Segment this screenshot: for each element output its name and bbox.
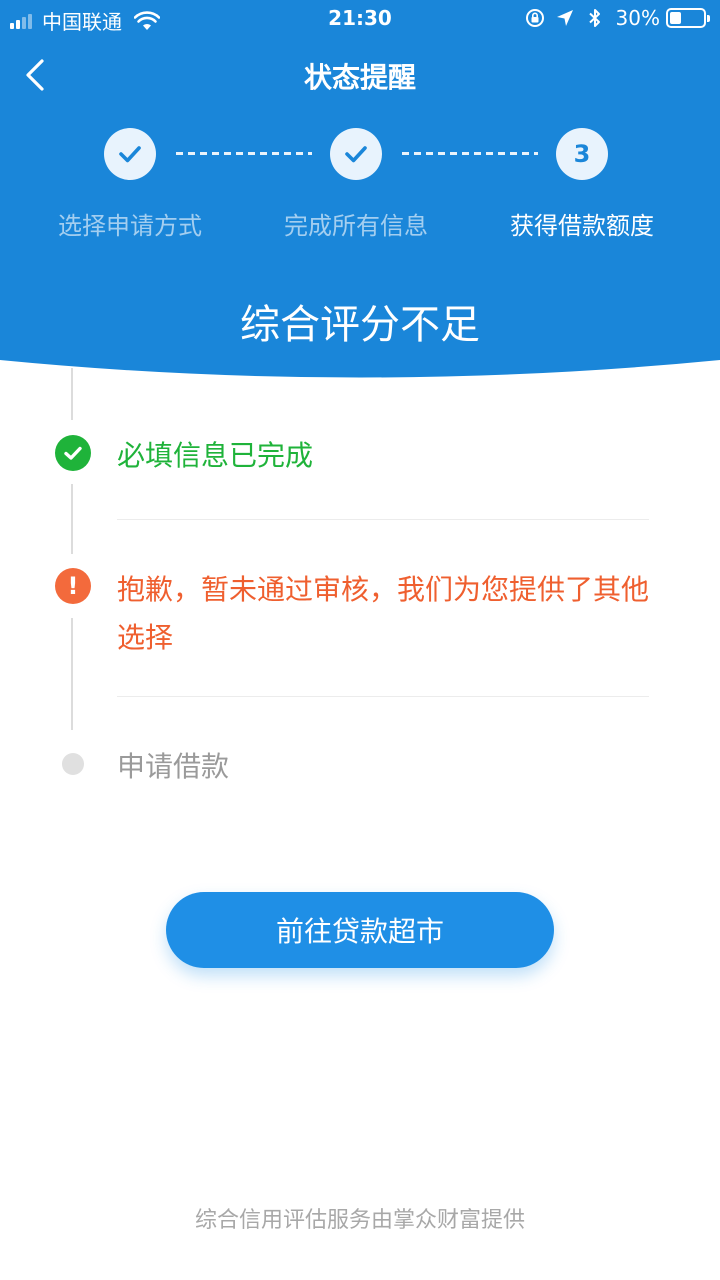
- timeline-line-mid-2: [71, 618, 73, 730]
- go-to-loan-market-button[interactable]: 前往贷款超市: [166, 892, 554, 968]
- step-connector-2: [402, 152, 538, 155]
- step-3-label: 获得借款额度: [510, 212, 654, 240]
- bluetooth-icon: [588, 9, 600, 27]
- warning-exclamation-icon: !: [55, 568, 91, 604]
- step-1-label: 选择申请方式: [58, 212, 202, 240]
- step-2-check-icon: [330, 128, 382, 180]
- step-3-number-text: 3: [573, 140, 591, 168]
- step-3-number: 3: [556, 128, 608, 180]
- success-check-icon: [55, 435, 91, 471]
- timeline-line-mid-1: [71, 484, 73, 554]
- status-bar: 中国联通 21:30 30%: [0, 0, 720, 38]
- step-1-check-icon: [104, 128, 156, 180]
- warning-icon-glyph: !: [67, 572, 79, 600]
- footer-credit-text: 综合信用评估服务由掌众财富提供: [194, 1208, 525, 1233]
- battery-percent: 30%: [615, 6, 660, 30]
- pending-dot-icon: [62, 753, 84, 775]
- step-connector-1: [176, 152, 312, 155]
- timeline-line-top: [71, 368, 73, 420]
- divider: [117, 519, 649, 520]
- timeline-item-apply-loan: 申请借款: [117, 750, 230, 783]
- divider: [117, 696, 649, 697]
- result-title: 综合评分不足: [240, 302, 480, 348]
- location-icon: [556, 10, 573, 26]
- timeline-item-info-complete: 必填信息已完成: [117, 439, 314, 472]
- timeline-item-rejected: 抱歉，暂未通过审核，我们为您提供了其他选择: [117, 573, 650, 654]
- battery-icon: [666, 8, 710, 28]
- rotation-lock-icon: [525, 9, 544, 27]
- page-title: 状态提醒: [303, 61, 416, 94]
- step-2-label: 完成所有信息: [284, 212, 428, 240]
- header: 中国联通 21:30 30% 状态提醒 3 选择申请方式 完成所有信息 获得借款…: [0, 0, 720, 380]
